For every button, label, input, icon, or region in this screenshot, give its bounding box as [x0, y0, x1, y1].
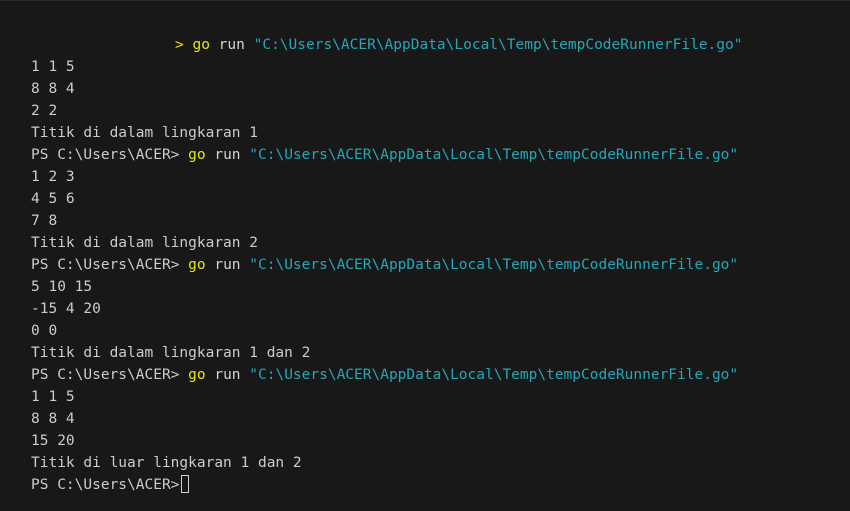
input-line: 1 1 5 [31, 59, 75, 75]
command-arg: run [214, 257, 241, 273]
command-arg: run [214, 147, 241, 163]
command-name: go [188, 257, 206, 273]
command-line-2: PS C:\Users\ACER> go run "C:\Users\ACER\… [31, 144, 846, 166]
result-line: Titik di dalam lingkaran 1 [31, 125, 258, 141]
input-line: 4 5 6 [31, 191, 75, 207]
command-path: "C:\Users\ACER\AppData\Local\Temp\tempCo… [249, 147, 739, 163]
command-line-1: > go run "C:\Users\ACER\AppData\Local\Te… [31, 34, 846, 56]
window-top-border [0, 0, 850, 1]
prompt-marker: > [175, 37, 184, 53]
result-line: Titik di luar lingkaran 1 dan 2 [31, 455, 302, 471]
input-line: 8 8 4 [31, 81, 75, 97]
command-line-3: PS C:\Users\ACER> go run "C:\Users\ACER\… [31, 254, 846, 276]
input-line: 15 20 [31, 433, 75, 449]
input-line: 5 10 15 [31, 279, 93, 295]
prompt: PS C:\Users\ACER> [31, 367, 180, 383]
result-line: Titik di dalam lingkaran 2 [31, 235, 258, 251]
command-arg: run [214, 367, 241, 383]
input-line: 7 8 [31, 213, 58, 229]
command-path: "C:\Users\ACER\AppData\Local\Temp\tempCo… [249, 257, 739, 273]
result-line: Titik di dalam lingkaran 1 dan 2 [31, 345, 311, 361]
text-cursor[interactable] [181, 475, 190, 493]
command-name: go [188, 367, 206, 383]
command-line-4: PS C:\Users\ACER> go run "C:\Users\ACER\… [31, 364, 846, 386]
input-line: 0 0 [31, 323, 58, 339]
input-line: -15 4 20 [31, 301, 101, 317]
prompt: PS C:\Users\ACER> [31, 147, 180, 163]
active-prompt-line[interactable]: PS C:\Users\ACER> [31, 474, 846, 496]
command-name: go [188, 147, 206, 163]
command-arg: run [218, 37, 245, 53]
input-line: 2 2 [31, 103, 58, 119]
prompt: PS C:\Users\ACER> [31, 257, 180, 273]
input-line: 1 2 3 [31, 169, 75, 185]
command-path: "C:\Users\ACER\AppData\Local\Temp\tempCo… [249, 367, 739, 383]
input-line: 8 8 4 [31, 411, 75, 427]
terminal-output[interactable]: > go run "C:\Users\ACER\AppData\Local\Te… [31, 34, 846, 504]
input-line: 1 1 5 [31, 389, 75, 405]
command-name: go [192, 37, 210, 53]
command-path: "C:\Users\ACER\AppData\Local\Temp\tempCo… [253, 37, 743, 53]
prompt: PS C:\Users\ACER> [31, 477, 180, 493]
